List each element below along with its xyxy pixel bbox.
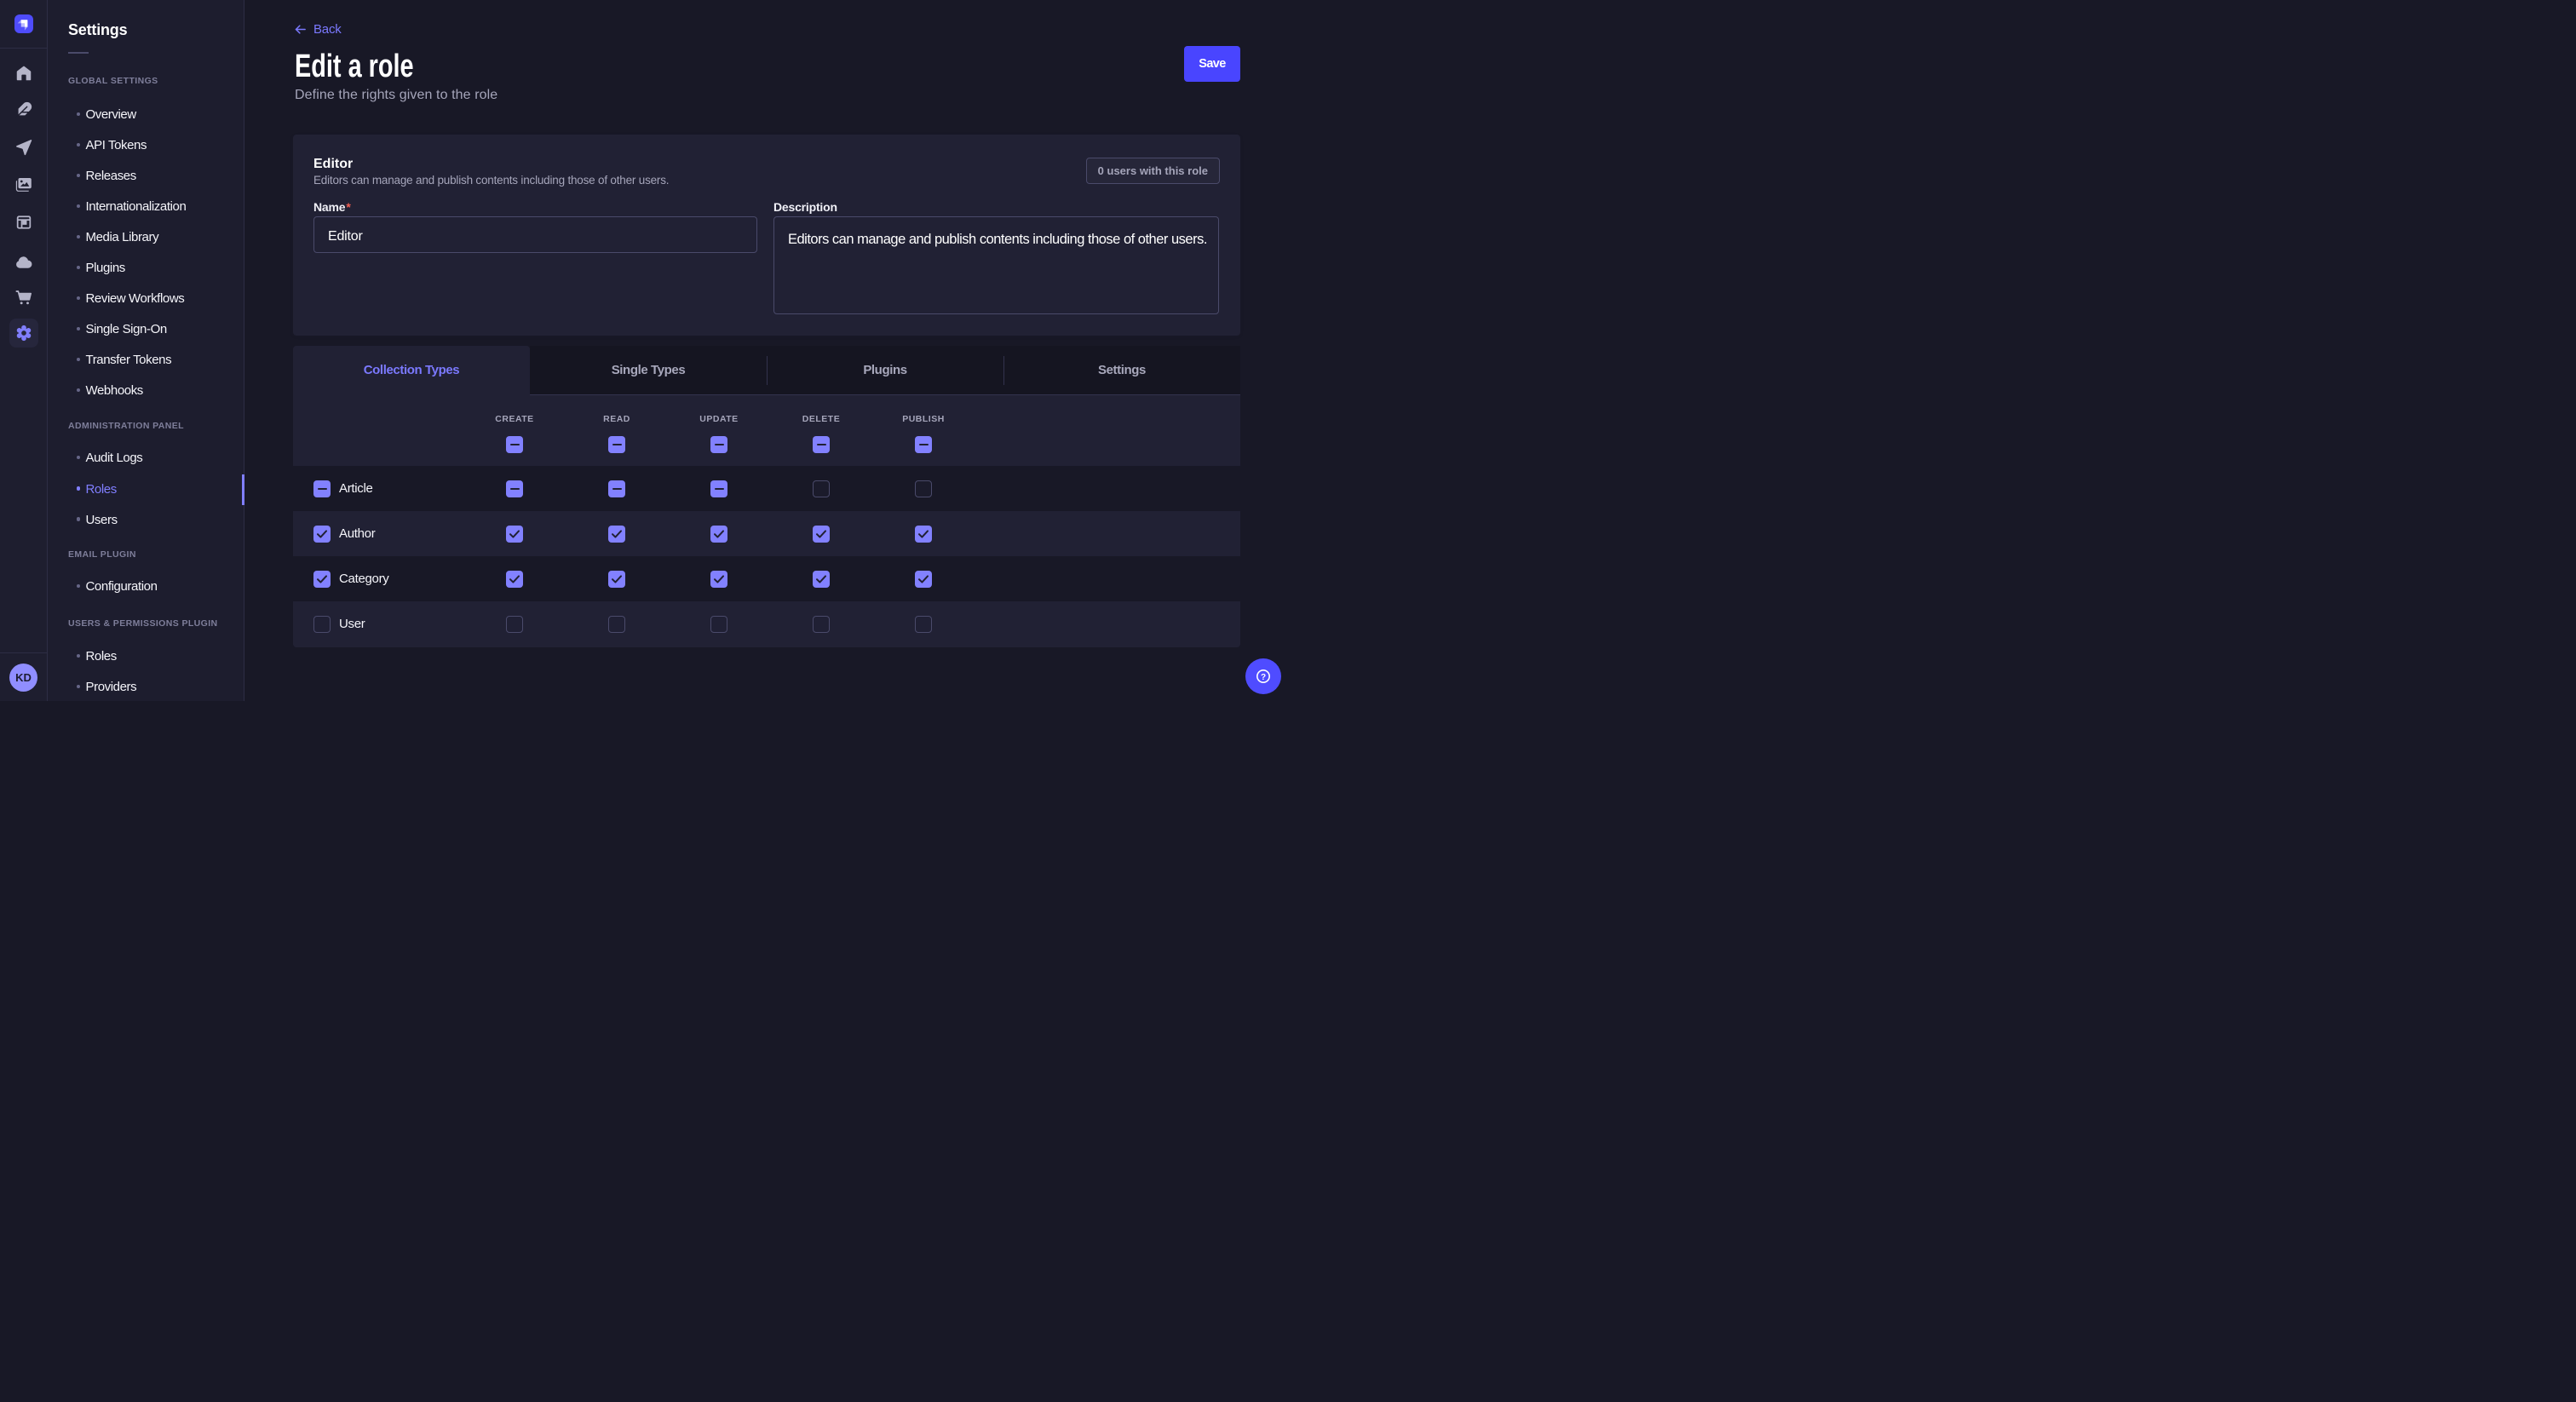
svg-text:?: ? [1261,673,1266,682]
